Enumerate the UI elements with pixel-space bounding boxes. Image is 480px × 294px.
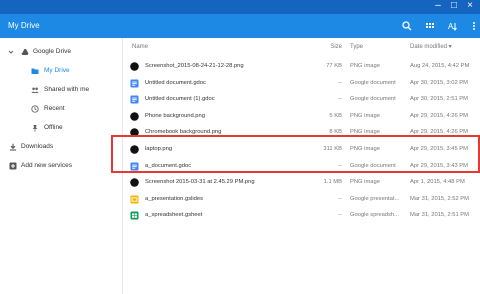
table-row[interactable]: Screenshot_2015-08-24-21-12-28.png 77 KB P… <box>122 59 480 74</box>
minimize-button[interactable]: – <box>431 0 445 14</box>
grid-view-icon[interactable] <box>424 20 436 32</box>
file-size: 1.1 MB <box>323 179 342 186</box>
search-icon[interactable] <box>401 20 413 32</box>
file-type: Google document <box>350 96 396 103</box>
sidebar-item-label: Add new services <box>21 162 72 169</box>
sidebar: Google Drive My Drive Shared with me Rec… <box>0 38 123 294</box>
more-icon[interactable] <box>468 20 480 32</box>
gdoc-icon <box>130 79 139 88</box>
table-row[interactable]: a_spreadsheet.gsheet -- Google spreadsh...… <box>122 208 480 223</box>
svg-text:A: A <box>448 22 454 31</box>
image-thumb-icon <box>130 178 139 187</box>
clock-icon <box>31 105 39 113</box>
page-title: My Drive <box>8 21 40 30</box>
file-date-modified: Apr 29, 2015, 4:26 PM <box>410 112 469 119</box>
column-header-name[interactable]: Name <box>132 38 282 56</box>
gsheet-icon <box>130 211 139 220</box>
add-box-icon <box>9 162 17 170</box>
column-header-size[interactable]: Size <box>290 38 342 56</box>
sidebar-item-google-drive[interactable]: Google Drive <box>0 44 122 60</box>
file-name: Phone background.png <box>145 112 205 119</box>
sidebar-item-label: My Drive <box>44 67 70 74</box>
column-header-type[interactable]: Type <box>350 38 406 56</box>
sidebar-item-my-drive[interactable]: My Drive <box>0 63 122 79</box>
file-name: Screenshot_2015-08-24-21-12-28.png <box>145 63 244 69</box>
file-date-modified: Apr 1, 2015, 4:48 PM <box>410 179 465 186</box>
file-date-modified: Aug 24, 2015, 4:42 PM <box>410 63 470 69</box>
file-size: -- <box>338 195 342 202</box>
sidebar-item-recent[interactable]: Recent <box>0 101 122 117</box>
app-header: My Drive A <box>0 14 480 38</box>
table-row[interactable]: Screenshot 2015-03-31 at 2.45.29 PM.png 1… <box>122 175 480 190</box>
sort-icon[interactable]: A <box>447 20 459 32</box>
table-row[interactable]: Untitled document (1).gdoc -- Google docum… <box>122 92 480 107</box>
close-button[interactable]: × <box>463 0 477 14</box>
file-name: a_presentation.gslides <box>145 195 204 202</box>
file-type: Google spreadsh... <box>350 212 399 219</box>
gdoc-icon <box>130 95 139 104</box>
file-name: Untitled document.gdoc <box>145 79 206 86</box>
sidebar-item-shared-with-me[interactable]: Shared with me <box>0 82 122 98</box>
sidebar-item-downloads[interactable]: Downloads <box>0 139 122 155</box>
file-size: 77 KB <box>326 63 342 69</box>
image-thumb-icon <box>130 111 139 121</box>
file-type: Google presentat... <box>350 195 400 202</box>
sidebar-item-label: Offline <box>44 124 63 131</box>
file-date-modified: Apr 30, 2015, 2:51 PM <box>410 96 469 103</box>
sidebar-item-label: Recent <box>44 105 65 112</box>
people-icon <box>31 87 39 93</box>
table-row[interactable]: Phone background.png 5 KB PNG image Apr 29,… <box>122 109 480 124</box>
file-name: Screenshot 2015-03-31 at 2.45.29 PM.png <box>145 179 255 186</box>
table-row[interactable]: Untitled document.gdoc -- Google document A… <box>122 76 480 91</box>
file-type: PNG image <box>350 63 380 69</box>
sidebar-item-label: Shared with me <box>44 86 90 93</box>
file-size: -- <box>338 212 342 219</box>
file-name: a_spreadsheet.gsheet <box>145 212 203 219</box>
file-size: -- <box>338 96 342 103</box>
gslides-icon <box>130 195 139 204</box>
drive-icon <box>21 48 29 55</box>
file-date-modified: Mar 31, 2015, 2:51 PM <box>410 212 469 219</box>
sidebar-item-label: Google Drive <box>33 48 71 55</box>
chevron-down-icon[interactable] <box>8 49 14 55</box>
file-type: Google document <box>350 79 396 86</box>
table-row[interactable]: a_presentation.gslides -- Google presentat… <box>122 192 480 207</box>
folder-icon <box>31 68 39 74</box>
window-titlebar: – □ × <box>0 0 480 14</box>
sidebar-item-offline[interactable]: Offline <box>0 120 122 136</box>
sidebar-item-label: Downloads <box>21 143 54 150</box>
file-date-modified: Apr 30, 2015, 3:02 PM <box>410 79 469 86</box>
file-date-modified: Mar 31, 2015, 2:52 PM <box>410 195 469 202</box>
maximize-button[interactable]: □ <box>447 0 461 14</box>
highlight-box <box>111 135 480 173</box>
file-type: PNG image <box>350 112 380 119</box>
pin-icon <box>32 125 38 132</box>
file-name: Untitled document (1).gdoc <box>145 96 215 103</box>
file-type: PNG image <box>350 179 380 186</box>
file-size: -- <box>338 79 342 86</box>
image-thumb-icon <box>130 62 139 71</box>
file-size: 5 KB <box>329 112 342 119</box>
column-header-date-modified[interactable]: Date modified ▾ <box>410 38 476 56</box>
add-new-services-button[interactable]: Add new services <box>0 158 122 174</box>
download-icon <box>10 143 16 151</box>
